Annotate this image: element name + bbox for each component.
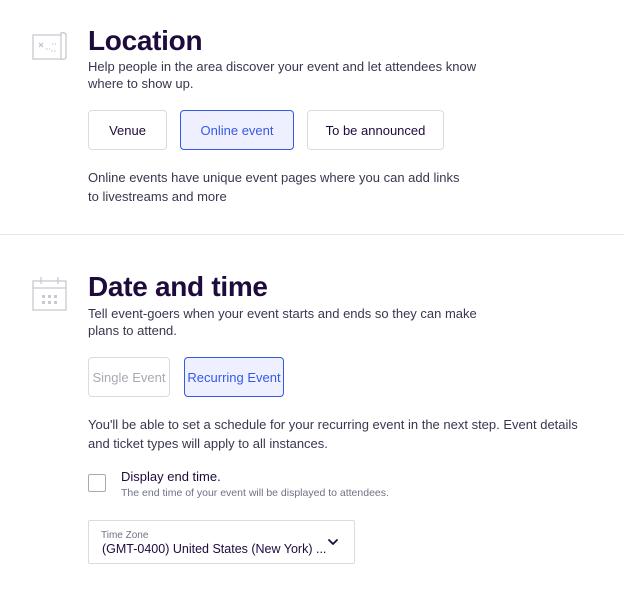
date-time-title: Date and time — [88, 271, 268, 302]
single-event-button[interactable]: Single Event — [88, 357, 170, 397]
calendar-icon — [32, 277, 67, 311]
location-section: Location Help people in the area discove… — [0, 0, 624, 234]
online-event-button[interactable]: Online event — [180, 110, 294, 150]
timezone-select[interactable]: Time Zone (GMT-0400) United States (New … — [88, 520, 355, 564]
section-divider — [0, 234, 624, 235]
display-end-time-help: The end time of your event will be displ… — [121, 487, 389, 499]
to-be-announced-button[interactable]: To be announced — [307, 110, 444, 150]
venue-button[interactable]: Venue — [88, 110, 167, 150]
date-time-description: Tell event-goers when your event starts … — [88, 306, 477, 338]
location-title: Location — [88, 25, 203, 56]
display-end-time-checkbox[interactable] — [88, 474, 106, 492]
recurring-info: You'll be able to set a schedule for you… — [88, 417, 578, 451]
timezone-label: Time Zone — [101, 530, 149, 541]
location-description: Help people in the area discover your ev… — [88, 59, 477, 91]
map-icon — [32, 32, 67, 60]
display-end-time-label: Display end time. — [121, 469, 221, 484]
timezone-value: (GMT-0400) United States (New York) ... — [102, 542, 327, 556]
recurring-event-button[interactable]: Recurring Event — [184, 357, 284, 397]
chevron-down-icon[interactable] — [326, 535, 340, 549]
location-info: Online events have unique event pages wh… — [88, 170, 460, 204]
